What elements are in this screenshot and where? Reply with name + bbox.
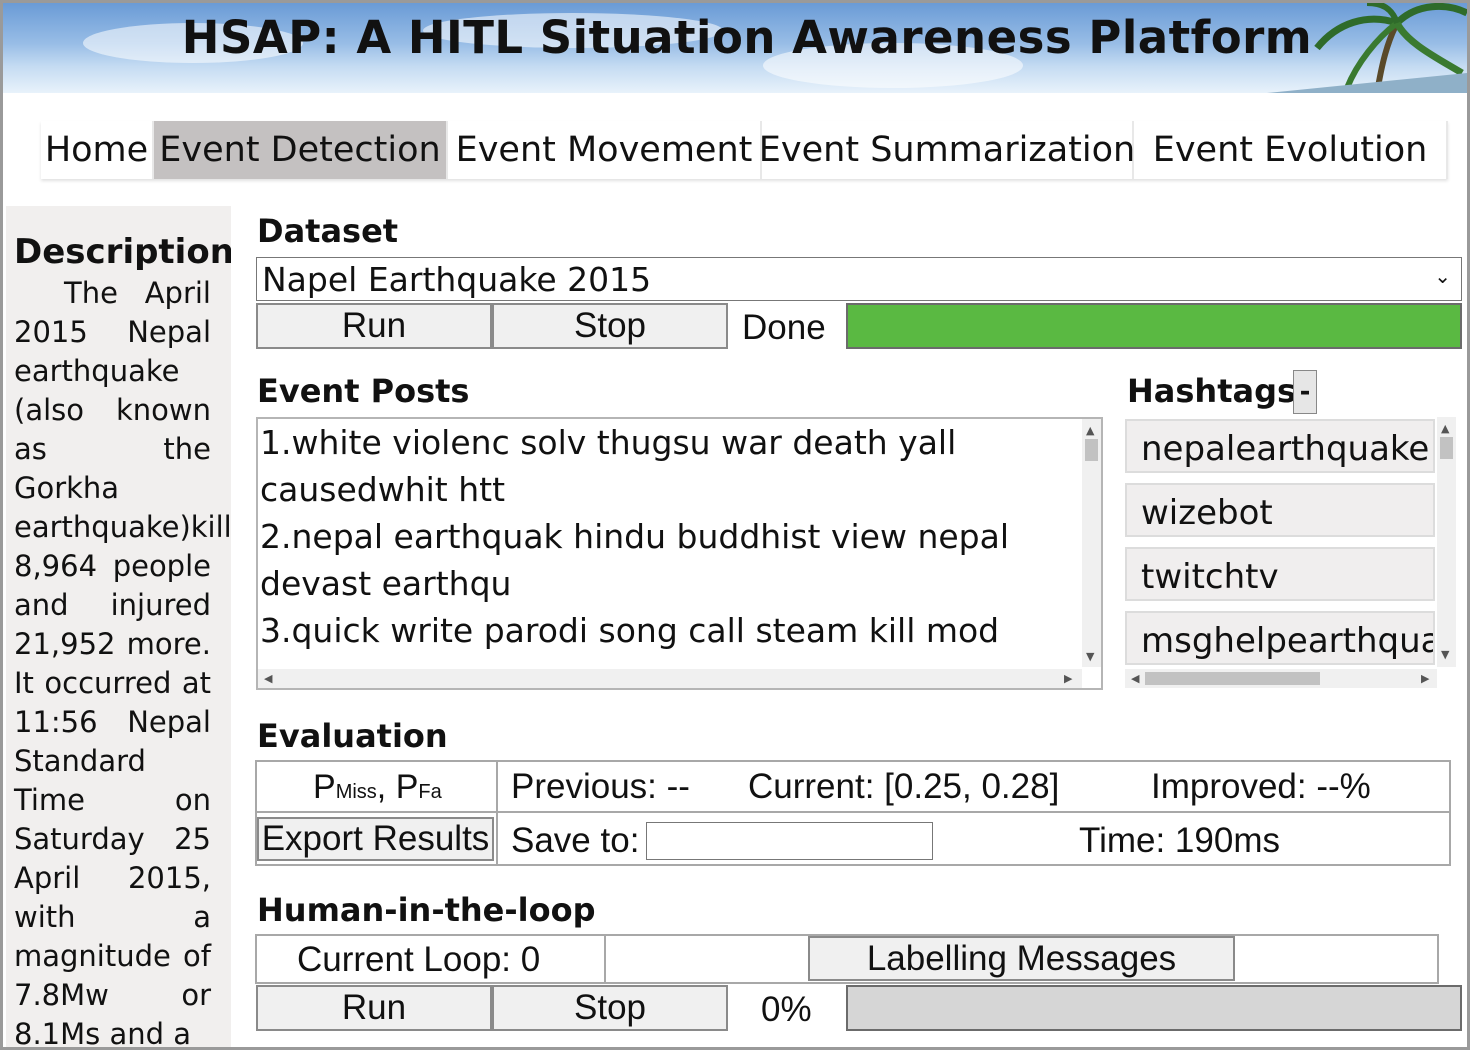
scroll-right-icon[interactable]: ▶ xyxy=(1064,673,1072,684)
evaluation-title: Evaluation xyxy=(257,717,448,755)
hitl-percent: 0% xyxy=(761,990,812,1029)
scroll-left-icon[interactable]: ◀ xyxy=(264,673,272,684)
scroll-down-icon[interactable]: ▼ xyxy=(1086,651,1094,662)
post-line: devast earthqu xyxy=(260,564,512,603)
hashtag-item[interactable]: msghelpearthquake xyxy=(1125,611,1435,665)
post-line: causedwhit htt xyxy=(260,470,506,509)
tab-event-evolution[interactable]: Event Evolution xyxy=(1134,121,1448,179)
evaluation-divider xyxy=(496,760,498,866)
save-to-label: Save to: xyxy=(511,821,640,860)
hitl-stop-button[interactable]: Stop xyxy=(492,985,728,1031)
hashtags-horizontal-thumb[interactable] xyxy=(1145,672,1320,685)
tab-event-summarization[interactable]: Event Summarization xyxy=(759,121,1135,179)
header-banner: HSAP: A HITL Situation Awareness Platfor… xyxy=(3,3,1467,93)
evaluation-divider xyxy=(255,811,1451,813)
hashtags-vertical-scrollbar[interactable]: ▲ ▼ xyxy=(1437,417,1456,667)
export-results-button[interactable]: Export Results xyxy=(257,817,494,861)
description-title: Description xyxy=(14,232,231,272)
hashtag-item[interactable]: nepalearthquake xyxy=(1125,419,1435,473)
hashtags-collapse-button[interactable]: - xyxy=(1293,370,1317,414)
hitl-title: Human-in-the-loop xyxy=(257,891,596,929)
page-title: HSAP: A HITL Situation Awareness Platfor… xyxy=(181,11,1313,64)
dataset-progress-bar xyxy=(846,303,1462,349)
post-line: 2.nepal earthquak hindu buddhist view ne… xyxy=(260,517,1010,556)
dataset-run-button[interactable]: Run xyxy=(256,303,492,349)
metric-label: PMiss, PFa xyxy=(313,768,442,806)
dataset-progress-fill xyxy=(848,305,1460,347)
hitl-progress-bar xyxy=(846,985,1462,1031)
hashtags-vertical-thumb[interactable] xyxy=(1440,437,1453,459)
hashtags-title: Hashtags xyxy=(1127,372,1297,410)
hashtag-item[interactable]: wizebot xyxy=(1125,483,1435,537)
posts-vertical-scrollbar[interactable]: ▲ ▼ xyxy=(1082,419,1101,667)
app-window: HSAP: A HITL Situation Awareness Platfor… xyxy=(0,0,1470,1050)
main-nav: Home Event Detection Event Movement Even… xyxy=(41,121,1448,179)
description-text: The April 2015 Nepal earthquake (also kn… xyxy=(14,276,231,1050)
scroll-up-icon[interactable]: ▲ xyxy=(1441,423,1449,434)
posts-vertical-thumb[interactable] xyxy=(1085,439,1098,461)
tab-home[interactable]: Home xyxy=(41,121,154,179)
hitl-divider xyxy=(604,934,606,984)
event-posts-list[interactable]: 1.white violenc solv thugsu war death ya… xyxy=(256,417,1103,690)
dataset-status: Done xyxy=(742,308,826,347)
time-value: Time: 190ms xyxy=(1079,821,1280,860)
chevron-down-icon: ⌄ xyxy=(1434,264,1451,288)
previous-value: Previous: -- xyxy=(511,767,690,806)
event-posts-title: Event Posts xyxy=(257,372,470,410)
posts-horizontal-scrollbar[interactable]: ◀ ▶ xyxy=(258,669,1082,688)
post-line: 3.quick write parodi song call steam kil… xyxy=(260,611,1000,650)
tab-event-detection[interactable]: Event Detection xyxy=(154,121,448,179)
labelling-messages-button[interactable]: Labelling Messages xyxy=(808,936,1235,981)
scroll-right-icon[interactable]: ▶ xyxy=(1421,673,1429,684)
post-line: 1.white violenc solv thugsu war death ya… xyxy=(260,423,957,462)
dataset-select[interactable]: Napel Earthquake 2015 ⌄ xyxy=(256,257,1462,301)
scroll-up-icon[interactable]: ▲ xyxy=(1086,425,1094,436)
tab-event-movement[interactable]: Event Movement xyxy=(448,121,762,179)
scroll-down-icon[interactable]: ▼ xyxy=(1441,649,1449,660)
dataset-stop-button[interactable]: Stop xyxy=(492,303,728,349)
scroll-left-icon[interactable]: ◀ xyxy=(1131,673,1139,684)
description-panel: Description The April 2015 Nepal earthqu… xyxy=(6,206,231,1050)
hitl-run-button[interactable]: Run xyxy=(256,985,492,1031)
hashtags-list[interactable]: nepalearthquake wizebot twitchtv msghelp… xyxy=(1125,417,1457,690)
current-value: Current: [0.25, 0.28] xyxy=(748,767,1060,806)
dataset-selected-value: Napel Earthquake 2015 xyxy=(262,259,652,299)
save-to-input[interactable] xyxy=(646,822,933,860)
dataset-title: Dataset xyxy=(257,212,399,250)
current-loop-label: Current Loop: 0 xyxy=(297,940,541,979)
improved-value: Improved: --% xyxy=(1151,767,1371,806)
hashtags-horizontal-scrollbar[interactable]: ◀ ▶ xyxy=(1125,669,1437,688)
hashtag-item[interactable]: twitchtv xyxy=(1125,547,1435,601)
